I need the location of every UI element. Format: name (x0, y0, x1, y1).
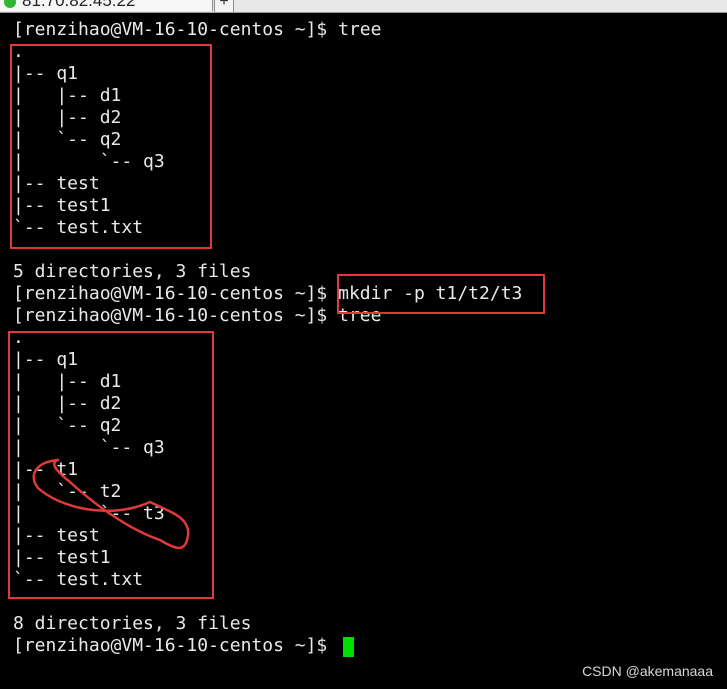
watermark: CSDN @akemanaaa (582, 663, 713, 679)
terminal-cursor (343, 637, 354, 657)
handwritten-circle-annotation (32, 458, 190, 550)
